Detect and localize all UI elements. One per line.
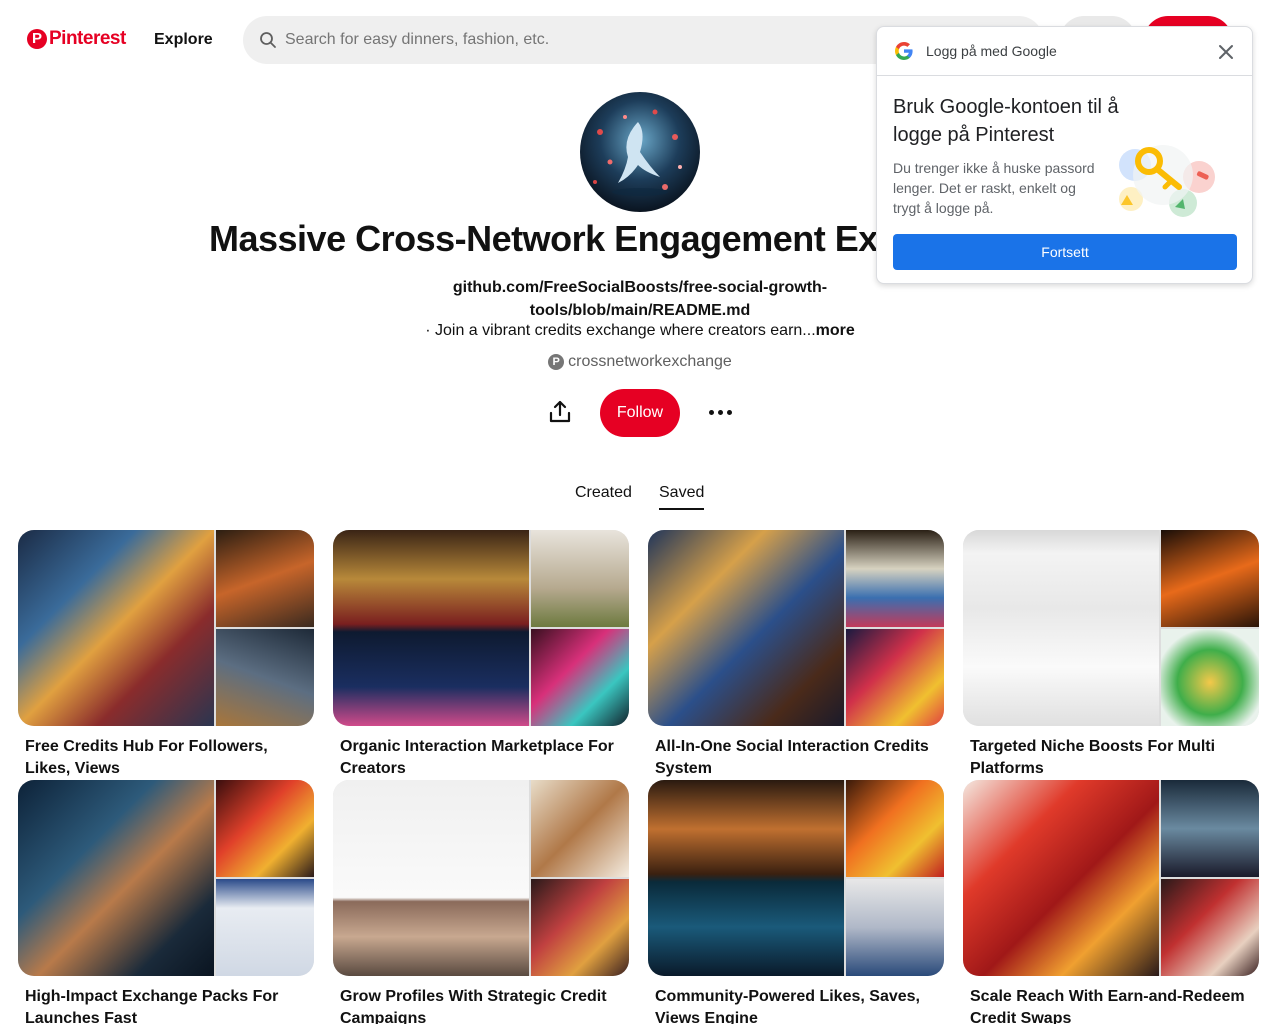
board-cover-image	[531, 780, 629, 877]
description-more-link[interactable]: more	[816, 322, 855, 339]
board-card-title: Community-Powered Likes, Saves, Views En…	[655, 988, 920, 1024]
follow-button[interactable]: Follow	[600, 389, 680, 437]
board-cover-image	[216, 530, 314, 627]
board-cover-collage	[648, 780, 944, 976]
board-card-title: Grow Profiles With Strategic Credit Camp…	[340, 988, 607, 1024]
board-card-title: High-Impact Exchange Packs For Launches …	[25, 988, 279, 1024]
close-icon[interactable]	[1216, 42, 1236, 62]
username-text: crossnetworkexchange	[568, 353, 732, 370]
board-card[interactable]: All-In-One Social Interaction Credits Sy…	[648, 530, 944, 780]
board-cover-image	[846, 530, 944, 627]
board-cover-image	[1161, 530, 1259, 627]
board-cover-collage	[333, 780, 629, 976]
board-cover-image	[1161, 629, 1259, 726]
board-cover-main-image	[333, 530, 529, 726]
board-cover-image	[846, 780, 944, 877]
profile-website-link[interactable]: github.com/FreeSocialBoosts/free-social-…	[400, 276, 880, 322]
board-cover-image	[531, 879, 629, 976]
pinterest-logo[interactable]: P Pinterest	[27, 28, 126, 50]
logo-text: Pinterest	[49, 28, 126, 49]
board-card[interactable]: Organic Interaction Marketplace For Crea…	[333, 530, 629, 780]
continue-button[interactable]: Fortsett	[893, 234, 1237, 270]
description-text: · Join a vibrant credits exchange where …	[425, 322, 816, 339]
share-button[interactable]	[540, 392, 580, 432]
board-cover-main-image	[18, 780, 214, 976]
pinterest-logo-icon: P	[27, 29, 47, 49]
board-cover-collage	[648, 530, 944, 726]
google-signin-popup: Logg på med Google Bruk Google-kontoen t…	[876, 26, 1253, 284]
key-illustration-icon	[1119, 145, 1215, 217]
search-icon	[260, 32, 276, 48]
board-card-title: All-In-One Social Interaction Credits Sy…	[655, 738, 929, 777]
board-cover-image	[1161, 879, 1259, 976]
board-cover-main-image	[963, 780, 1159, 976]
board-card[interactable]: High-Impact Exchange Packs For Launches …	[18, 780, 314, 1024]
board-cover-image	[1161, 780, 1259, 877]
google-logo-icon	[895, 42, 913, 60]
share-icon	[549, 400, 571, 423]
more-dot-icon	[708, 409, 714, 415]
explore-link[interactable]: Explore	[154, 31, 213, 49]
profile-username[interactable]: P crossnetworkexchange	[430, 353, 850, 371]
profile-tabs: Created Saved	[560, 484, 720, 514]
profile-avatar	[580, 92, 700, 212]
board-cover-collage	[963, 780, 1259, 976]
board-card-title: Organic Interaction Marketplace For Crea…	[340, 738, 614, 777]
more-dot-icon	[717, 409, 723, 415]
board-cover-image	[531, 530, 629, 627]
profile-description: · Join a vibrant credits exchange where …	[330, 322, 950, 340]
board-cover-main-image	[648, 530, 844, 726]
google-popup-header-label: Logg på med Google	[926, 43, 1057, 59]
board-cover-main-image	[963, 530, 1159, 726]
board-card-title: Free Credits Hub For Followers, Likes, V…	[25, 738, 268, 777]
board-card[interactable]: Targeted Niche Boosts For Multi Platform…	[963, 530, 1259, 780]
board-cover-image	[216, 780, 314, 877]
tab-saved[interactable]: Saved	[659, 484, 705, 510]
board-card[interactable]: Scale Reach With Earn-and-Redeem Credit …	[963, 780, 1259, 1024]
board-cover-collage	[963, 530, 1259, 726]
pinterest-small-icon: P	[548, 354, 565, 370]
board-card-title: Targeted Niche Boosts For Multi Platform…	[970, 738, 1216, 777]
board-card[interactable]: Grow Profiles With Strategic Credit Camp…	[333, 780, 629, 1024]
google-popup-header: Logg på med Google	[877, 27, 1252, 76]
board-cover-main-image	[333, 780, 529, 976]
board-cover-collage	[18, 780, 314, 976]
tab-created[interactable]: Created	[575, 484, 632, 502]
more-options-button[interactable]	[700, 392, 740, 432]
board-card-title: Scale Reach With Earn-and-Redeem Credit …	[970, 988, 1245, 1024]
board-cover-collage	[18, 530, 314, 726]
google-popup-body: Du trenger ikke å huske passord lenger. …	[893, 160, 1095, 216]
board-card[interactable]: Free Credits Hub For Followers, Likes, V…	[18, 530, 314, 780]
board-cover-collage	[333, 530, 629, 726]
board-card[interactable]: Community-Powered Likes, Saves, Views En…	[648, 780, 944, 1024]
board-cover-main-image	[648, 780, 844, 976]
board-cover-image	[216, 879, 314, 976]
board-title: Massive Cross-Network Engagement Exchang…	[209, 218, 889, 259]
board-cover-image	[216, 629, 314, 726]
more-dot-icon	[726, 409, 732, 415]
board-cover-image	[846, 879, 944, 976]
board-cover-image	[531, 629, 629, 726]
board-cover-main-image	[18, 530, 214, 726]
board-cover-image	[846, 629, 944, 726]
